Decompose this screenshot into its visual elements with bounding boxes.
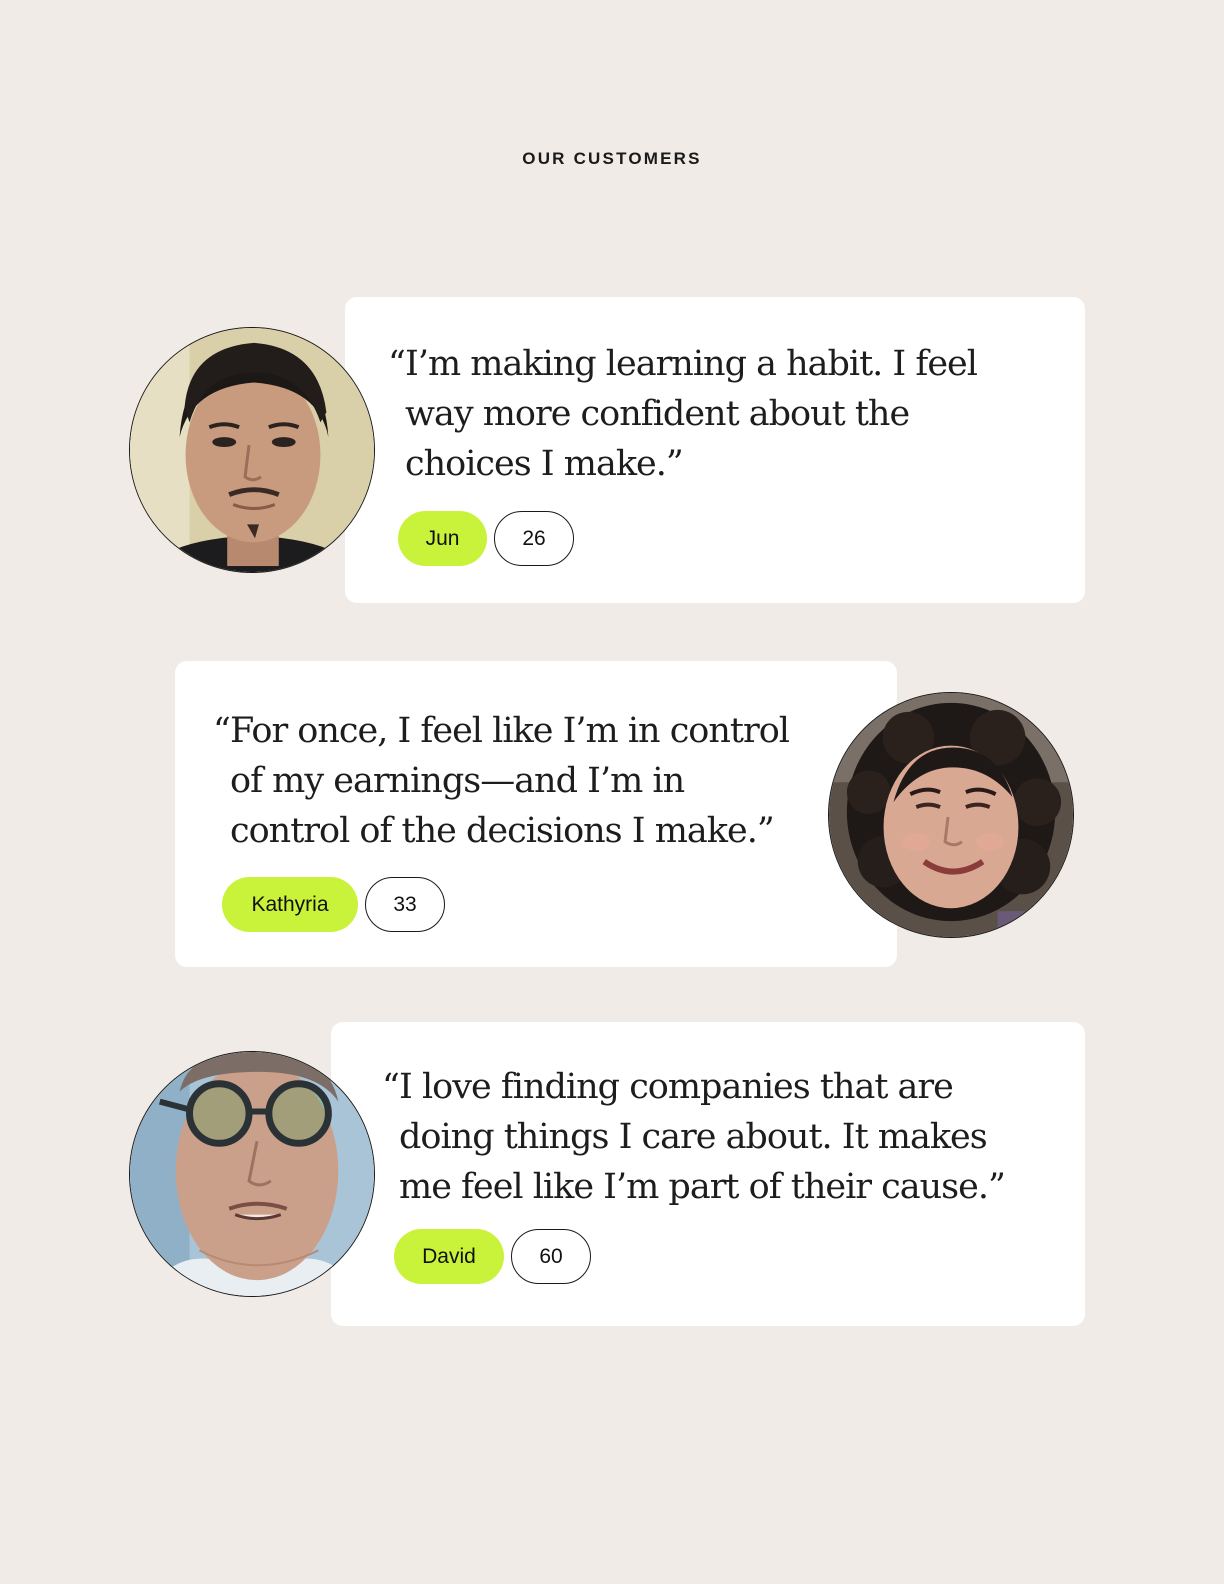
customer-tags: David 60: [394, 1229, 591, 1284]
customer-age-tag: 33: [365, 877, 445, 932]
testimonial-quote: “For once, I feel like I’m in control of…: [213, 706, 790, 856]
open-quote-mark: “: [388, 344, 406, 384]
quote-line: I’m making learning a habit. I feel: [405, 344, 978, 384]
quote-line: control of the decisions I make.”: [230, 811, 775, 851]
customer-tags: Kathyria 33: [222, 877, 445, 932]
customer-age-tag: 26: [494, 511, 574, 566]
testimonial-quote: “I’m making learning a habit. I feel way…: [388, 339, 978, 489]
avatar-image: [130, 328, 374, 572]
testimonial-card-jun: “I’m making learning a habit. I feel way…: [345, 297, 1085, 603]
avatar-image: [130, 1052, 374, 1296]
quote-line: I love finding companies that are: [399, 1067, 954, 1107]
section-label: OUR CUSTOMERS: [522, 149, 702, 168]
customer-name-tag: David: [394, 1229, 504, 1284]
customer-name-tag: Kathyria: [222, 877, 358, 932]
customer-photo-david: [129, 1051, 375, 1297]
testimonial-card-david: “I love finding companies that are doing…: [331, 1022, 1085, 1326]
avatar-image: [829, 693, 1073, 937]
quote-line: me feel like I’m part of their cause.”: [399, 1167, 1006, 1207]
quote-line: of my earnings—and I’m in: [230, 761, 685, 801]
quote-line: choices I make.”: [405, 444, 684, 484]
quote-line: For once, I feel like I’m in control: [230, 711, 790, 751]
quote-line: way more confident about the: [405, 394, 910, 434]
customer-age-tag: 60: [511, 1229, 591, 1284]
customer-name-tag: Jun: [398, 511, 487, 566]
quote-line: doing things I care about. It makes: [399, 1117, 988, 1157]
customer-photo-jun: [129, 327, 375, 573]
open-quote-mark: “: [213, 711, 231, 751]
customer-photo-kathyria: [828, 692, 1074, 938]
testimonial-quote: “I love finding companies that are doing…: [382, 1062, 1006, 1212]
customer-tags: Jun 26: [398, 511, 574, 566]
open-quote-mark: “: [382, 1067, 400, 1107]
testimonial-card-kathyria: “For once, I feel like I’m in control of…: [175, 661, 897, 967]
